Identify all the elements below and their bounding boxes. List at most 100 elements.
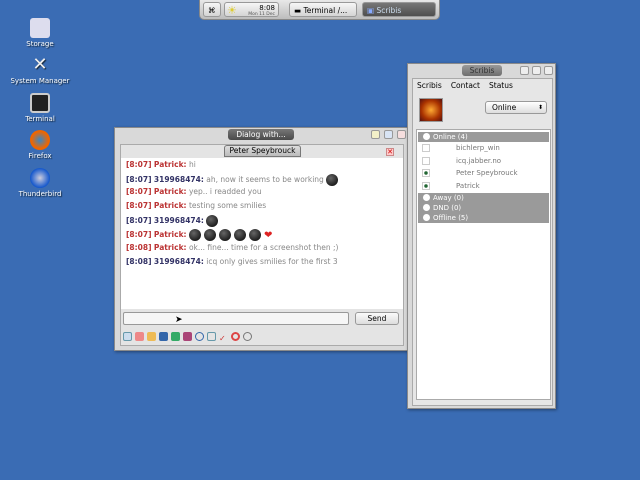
close-button[interactable] [544,66,553,75]
task-terminal[interactable]: ▬ Terminal /... [289,2,357,17]
group-offline[interactable]: Offline (5) [418,213,549,223]
avatar[interactable] [419,98,443,122]
offline-status-icon [422,144,430,152]
minimize-button[interactable] [371,130,380,139]
expand-icon [423,214,430,221]
message-sender: Patrick: [153,187,187,196]
save-as-icon[interactable] [171,332,180,341]
message-sender: 319968474: [153,257,204,266]
menu-contact[interactable]: Contact [451,81,480,90]
expand-icon [423,194,430,201]
scribis-window: Scribis Scribis Contact Status Online ⬍ Onl… [407,63,556,409]
desktop-icon-thunderbird[interactable]: Thunderbird [5,168,75,198]
smiley-icon [248,229,261,241]
image-icon[interactable] [207,332,216,341]
message-time: [8:07] [126,230,152,239]
contact-list: Online (4) bichlerp_win icq.jabber.no Pe… [416,129,551,400]
contact-item[interactable]: Patrick [419,180,549,192]
smiley-icon [326,174,339,186]
smiley-icon [206,215,219,227]
mouse-cursor-icon: ➤ [175,315,183,325]
contact-item[interactable]: bichlerp_win [419,142,549,154]
desktop-icon-storage[interactable]: Storage [5,18,75,48]
cut-icon[interactable] [135,332,144,341]
expand-icon [423,133,430,140]
chat-message: [8:07] Patrick: hi [126,160,196,169]
smiley-icon [188,229,201,241]
message-text: yep.. i readded you [188,187,262,196]
message-sender: Patrick: [153,230,187,239]
message-sender: Patrick: [153,201,187,210]
contact-item[interactable]: Peter Speybrouck [419,167,549,179]
message-sender: 319968474: [153,216,204,225]
offline-status-icon [422,157,430,165]
online-status-icon [422,182,430,190]
thunderbird-icon [30,168,50,188]
message-time: [8:07] [126,201,152,210]
format-toolbar: ✓ [123,332,255,344]
spellcheck-icon[interactable]: ✓ [219,335,228,344]
clock[interactable]: ☀ 8:08 Mon 11 Dec [224,2,279,17]
desktop-icon-firefox[interactable]: Firefox [5,130,75,160]
tools-icon: ✕ [32,54,48,75]
expand-icon [423,204,430,211]
chat-message: [8:07] 319968474: [126,215,221,227]
message-log: [8:07] Patrick: hi [8:07] 319968474: ah,… [121,158,403,309]
message-text: ah, now it seems to be working [206,175,324,184]
menu-status[interactable]: Status [489,81,513,90]
contact-item[interactable]: icq.jabber.no [419,155,549,167]
chat-message: [8:07] 319968474: ah, now it seems to be… [126,174,341,186]
message-time: [8:07] [126,216,152,225]
paste-icon[interactable] [147,332,156,341]
chat-message: [8:08] 319968474: icq only gives smilies… [126,257,338,266]
desktop-icon-terminal[interactable]: Terminal [5,93,75,123]
contact-panel: Scribis Contact Status Online ⬍ Online (4) … [412,78,553,406]
status-select[interactable]: Online ⬍ [485,101,547,114]
window-title[interactable]: Scribis [462,65,502,76]
smiley-icon [233,229,246,241]
taskbar: ⌘ ☀ 8:08 Mon 11 Dec ▬ Terminal /... ▣ Sc… [199,0,440,20]
menu-bar: Scribis Contact Status [417,81,513,90]
link-icon[interactable] [243,332,252,341]
new-icon[interactable] [123,332,132,341]
message-input[interactable] [123,312,349,325]
chat-panel: Peter Speybrouck ✕ [8:07] Patrick: hi [8… [120,144,404,346]
spinner-icon: ⬍ [537,104,543,111]
chat-message: [8:07] Patrick: ❤ [126,229,272,241]
save-icon[interactable] [159,332,168,341]
smiley-icon [218,229,231,241]
group-online[interactable]: Online (4) [418,132,549,142]
smiley-icon [203,229,216,241]
message-sender: Patrick: [153,243,187,252]
message-sender: Patrick: [153,160,187,169]
clock-icon[interactable] [195,332,204,341]
send-button[interactable]: Send [355,312,399,325]
chat-message: [8:08] Patrick: ok... fine... time for a… [126,243,338,252]
group-away[interactable]: Away (0) [418,193,549,203]
group-dnd[interactable]: DND (0) [418,203,549,213]
maximize-button[interactable] [532,66,541,75]
sun-icon: ☀ [227,4,237,17]
message-time: [8:07] [126,175,152,184]
close-button[interactable] [397,130,406,139]
message-text: icq only gives smilies for the first 3 [206,257,338,266]
message-time: [8:08] [126,243,152,252]
message-time: [8:08] [126,257,152,266]
heart-icon: ❤ [263,229,273,241]
network-icon[interactable]: ⌘ [203,2,221,17]
task-scribis[interactable]: ▣ Scribis [362,2,436,17]
desktop-icon-system-manager[interactable]: ✕ System Manager [5,54,75,86]
close-tab-icon[interactable]: ✕ [386,148,394,156]
firefox-icon [30,130,50,150]
menu-scribis[interactable]: Scribis [417,81,442,90]
window-title[interactable]: Dialog with... [228,129,294,140]
help-icon[interactable] [231,332,240,341]
print-icon[interactable] [183,332,192,341]
maximize-button[interactable] [384,130,393,139]
chat-message: [8:07] Patrick: yep.. i readded you [126,187,262,196]
message-text: hi [188,160,196,169]
storage-icon [30,18,50,38]
tab-conversation[interactable]: Peter Speybrouck [224,145,301,157]
minimize-button[interactable] [520,66,529,75]
message-time: [8:07] [126,187,152,196]
